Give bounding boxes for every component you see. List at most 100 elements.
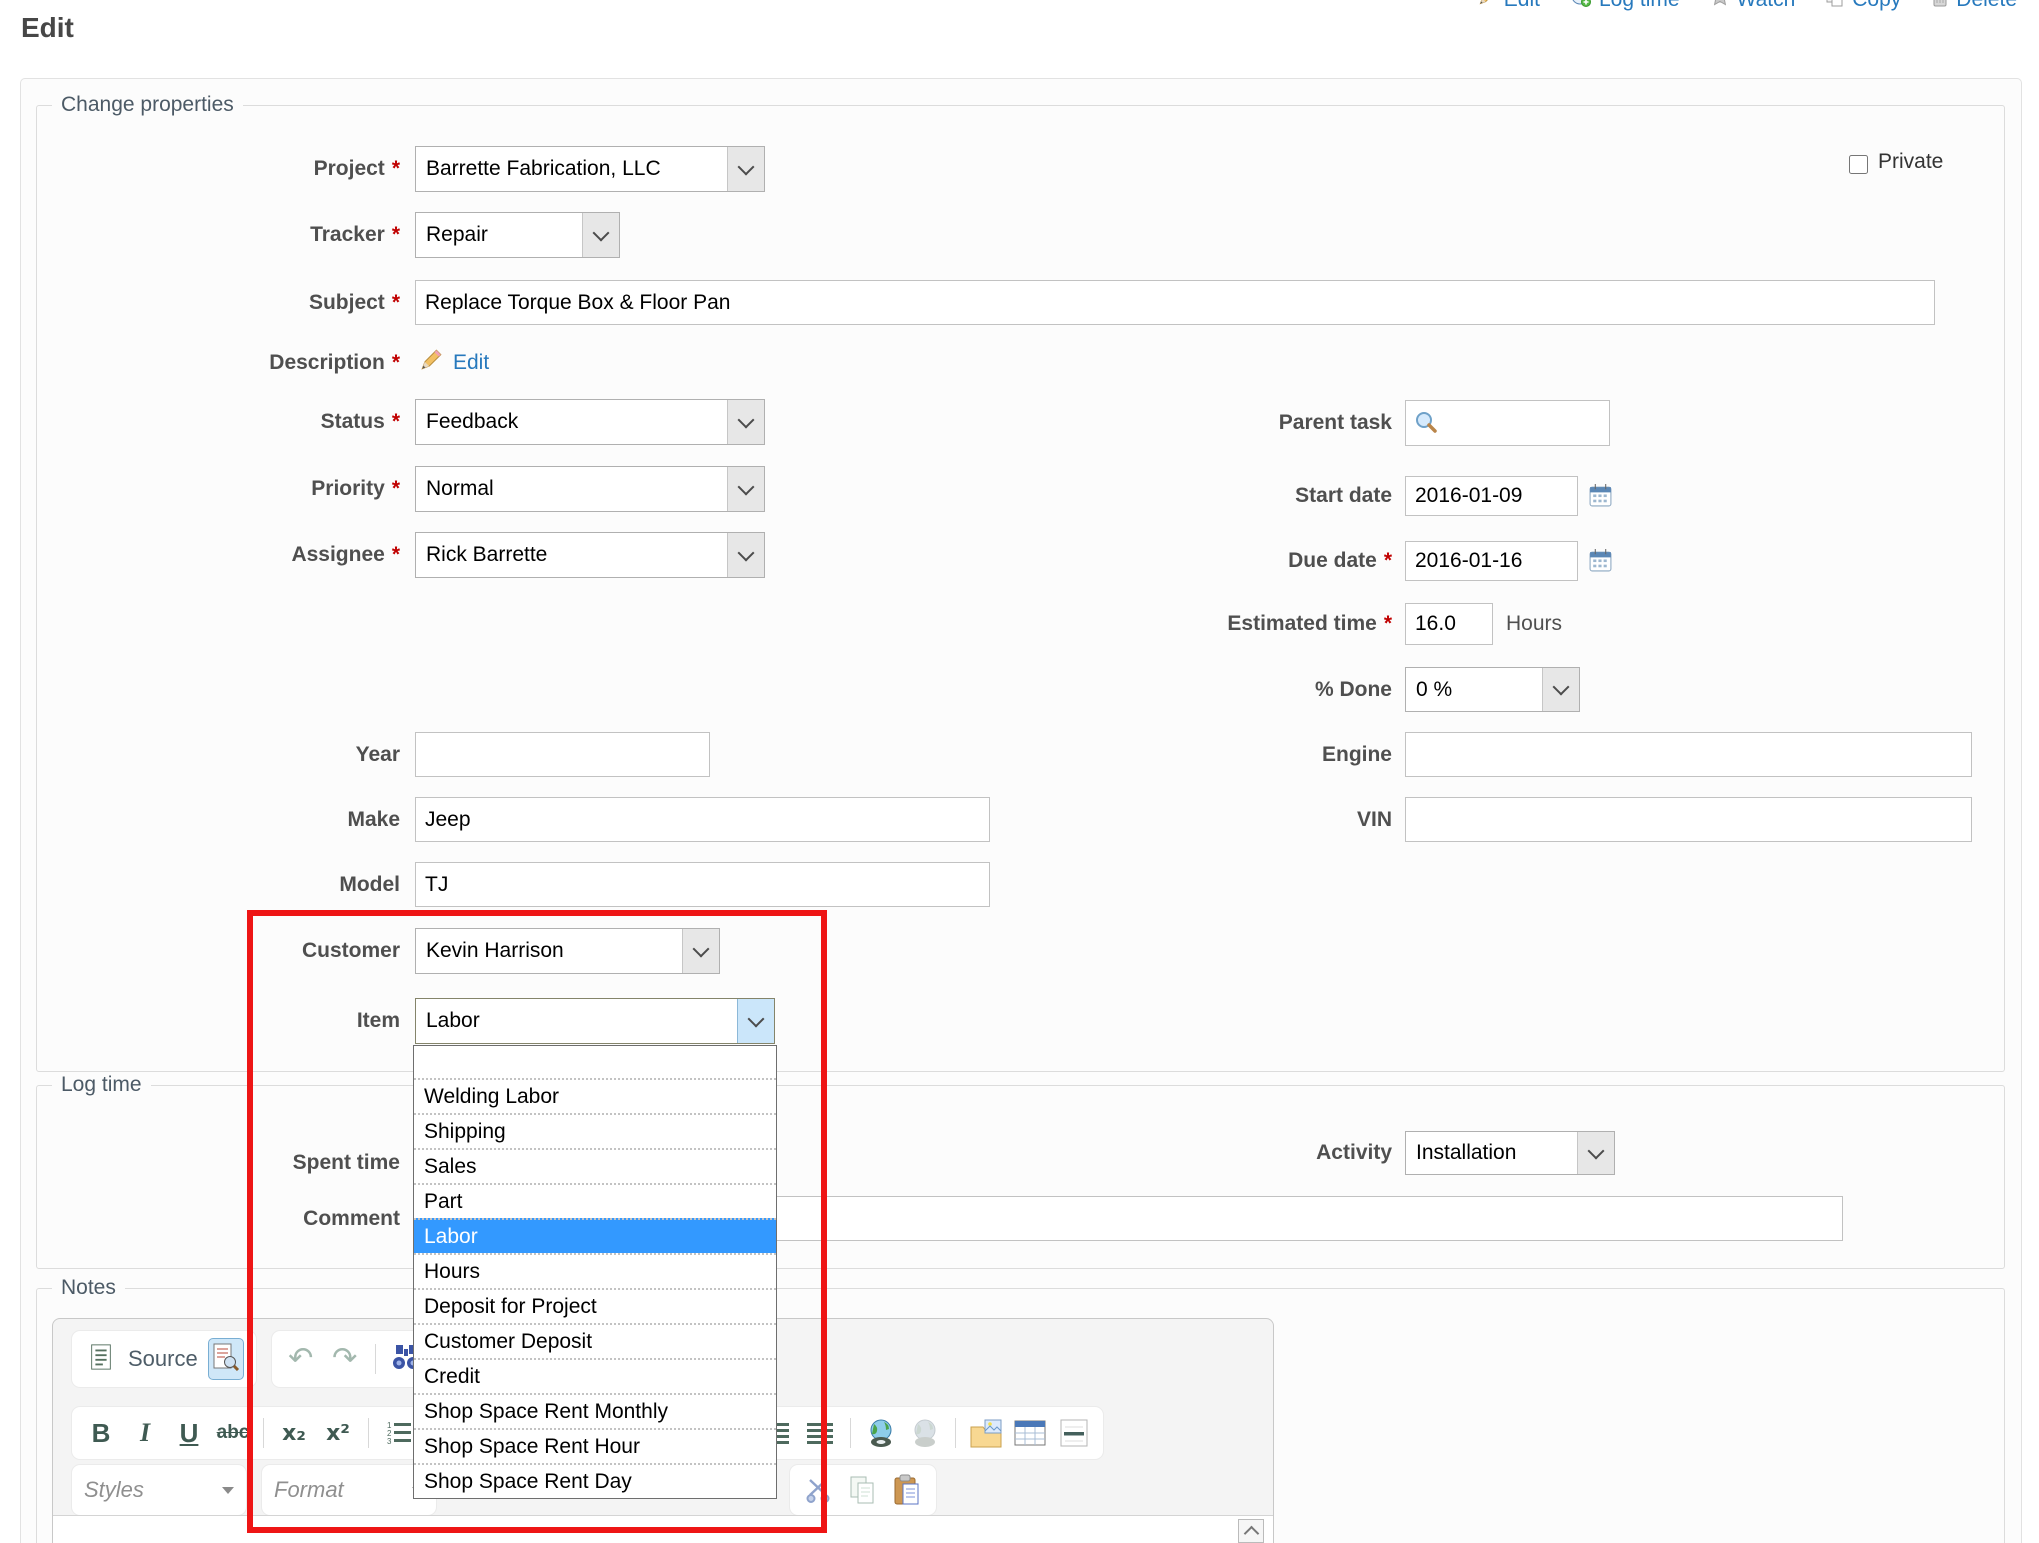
preview-button[interactable] — [208, 1338, 244, 1380]
underline-button[interactable]: U — [172, 1413, 206, 1453]
edit-action-link[interactable]: Edit — [1477, 0, 1540, 13]
priority-select[interactable]: Normal — [415, 466, 765, 512]
customer-select[interactable]: Kevin Harrison — [415, 928, 720, 974]
search-icon — [1413, 410, 1439, 441]
dropdown-option-selected[interactable]: Labor — [414, 1218, 776, 1253]
model-input[interactable] — [415, 862, 990, 907]
source-button[interactable] — [84, 1339, 118, 1379]
undo-icon: ↶ — [288, 1344, 313, 1374]
engine-input[interactable] — [1405, 732, 1972, 777]
source-group: Source — [71, 1330, 257, 1388]
format-group: B I U abc x₂ x² 123 — [71, 1406, 429, 1460]
make-label: Make — [20, 797, 400, 842]
trash-icon — [1931, 0, 1949, 13]
year-input[interactable] — [415, 732, 710, 777]
activity-select[interactable]: Installation — [1405, 1131, 1615, 1175]
editor-toolbar-row1: Source ↶ ↷ — [71, 1331, 436, 1387]
watch-action-link[interactable]: Watch — [1710, 0, 1796, 12]
comment-label: Comment — [20, 1196, 400, 1241]
clipboard-group — [789, 1464, 937, 1516]
dropdown-option[interactable]: Part — [414, 1183, 776, 1218]
chevron-down-icon — [1577, 1132, 1614, 1174]
dropdown-option[interactable]: Hours — [414, 1253, 776, 1288]
log-time-legend: Log time — [52, 1073, 151, 1097]
image-icon[interactable] — [969, 1413, 1003, 1453]
italic-button[interactable]: I — [128, 1413, 162, 1453]
subject-label: Subject* — [20, 280, 400, 325]
item-select[interactable]: Labor — [415, 998, 775, 1044]
status-select[interactable]: Feedback — [415, 399, 765, 445]
start-date-input[interactable] — [1405, 476, 1578, 516]
star-icon — [1710, 0, 1730, 12]
private-checkbox[interactable] — [1849, 155, 1868, 174]
chevron-down-icon — [727, 400, 764, 444]
chevron-down-icon — [582, 213, 619, 257]
calendar-icon[interactable] — [1588, 483, 1613, 513]
calendar-icon[interactable] — [1588, 548, 1613, 578]
dropdown-option[interactable] — [414, 1046, 776, 1078]
bold-button[interactable]: B — [84, 1413, 118, 1453]
horizontal-rule-icon[interactable] — [1057, 1413, 1091, 1453]
dropdown-option[interactable]: Shop Space Rent Hour — [414, 1428, 776, 1463]
dropdown-option[interactable]: Credit — [414, 1358, 776, 1393]
engine-label: Engine — [1000, 732, 1392, 777]
description-edit-link[interactable]: Edit — [453, 351, 489, 375]
due-date-input[interactable] — [1405, 541, 1578, 581]
chevron-down-icon — [727, 533, 764, 577]
make-input[interactable] — [415, 797, 990, 842]
page-title: Edit — [21, 12, 74, 44]
format-dropdown[interactable]: Format — [261, 1464, 437, 1516]
activity-label: Activity — [1000, 1131, 1392, 1175]
numbered-list-icon[interactable]: 123 — [382, 1413, 416, 1453]
undo-redo-group: ↶ ↷ — [271, 1330, 436, 1388]
table-icon[interactable] — [1013, 1413, 1047, 1453]
chevron-up-icon — [1243, 1526, 1259, 1542]
estimated-time-label: Estimated time* — [1000, 603, 1392, 645]
vin-input[interactable] — [1405, 797, 1972, 842]
styles-dropdown[interactable]: Styles — [71, 1464, 247, 1516]
pencil-icon — [1477, 0, 1497, 13]
tracker-select[interactable]: Repair — [415, 212, 620, 258]
source-button-label: Source — [128, 1346, 198, 1372]
log-time-action-link[interactable]: Log time — [1570, 0, 1680, 13]
model-label: Model — [20, 862, 400, 907]
dropdown-option[interactable]: Shop Space Rent Day — [414, 1463, 776, 1498]
superscript-button[interactable]: x² — [321, 1413, 355, 1453]
dropdown-option[interactable]: Deposit for Project — [414, 1288, 776, 1323]
chevron-down-icon — [727, 467, 764, 511]
redo-button[interactable]: ↷ — [328, 1339, 362, 1379]
notes-legend: Notes — [52, 1276, 125, 1300]
dropdown-option[interactable]: Sales — [414, 1148, 776, 1183]
percent-done-select[interactable]: 0 % — [1405, 667, 1580, 712]
justify-icon[interactable] — [803, 1413, 837, 1453]
description-edit[interactable]: Edit — [418, 347, 489, 378]
redo-icon: ↷ — [332, 1344, 357, 1374]
subject-input[interactable] — [415, 280, 1935, 325]
assignee-label: Assignee* — [20, 532, 400, 578]
percent-done-label: % Done — [1000, 667, 1392, 712]
status-label: Status* — [20, 399, 400, 445]
estimated-time-input[interactable] — [1405, 603, 1493, 645]
paste-icon[interactable] — [890, 1470, 924, 1510]
chevron-down-icon — [737, 999, 774, 1043]
delete-action-link[interactable]: Delete — [1931, 0, 2017, 13]
cut-icon[interactable] — [802, 1470, 836, 1510]
unlink-icon[interactable] — [908, 1413, 942, 1453]
dropdown-option[interactable]: Shop Space Rent Monthly — [414, 1393, 776, 1428]
source-icon — [89, 1343, 113, 1376]
clock-add-icon — [1570, 0, 1592, 13]
editor-content-area[interactable] — [53, 1515, 1273, 1543]
link-icon[interactable] — [864, 1413, 898, 1453]
chevron-down-icon — [1542, 668, 1579, 711]
project-select[interactable]: Barrette Fabrication, LLC — [415, 146, 765, 192]
dropdown-option[interactable]: Customer Deposit — [414, 1323, 776, 1358]
dropdown-option[interactable]: Welding Labor — [414, 1078, 776, 1113]
copy-icon[interactable] — [846, 1470, 880, 1510]
scroll-up-button[interactable] — [1238, 1519, 1264, 1543]
assignee-select[interactable]: Rick Barrette — [415, 532, 765, 578]
subscript-button[interactable]: x₂ — [277, 1413, 311, 1453]
dropdown-option[interactable]: Shipping — [414, 1113, 776, 1148]
undo-button[interactable]: ↶ — [284, 1339, 318, 1379]
copy-action-link[interactable]: Copy — [1825, 0, 1901, 13]
strikethrough-button[interactable]: abc — [216, 1413, 250, 1453]
